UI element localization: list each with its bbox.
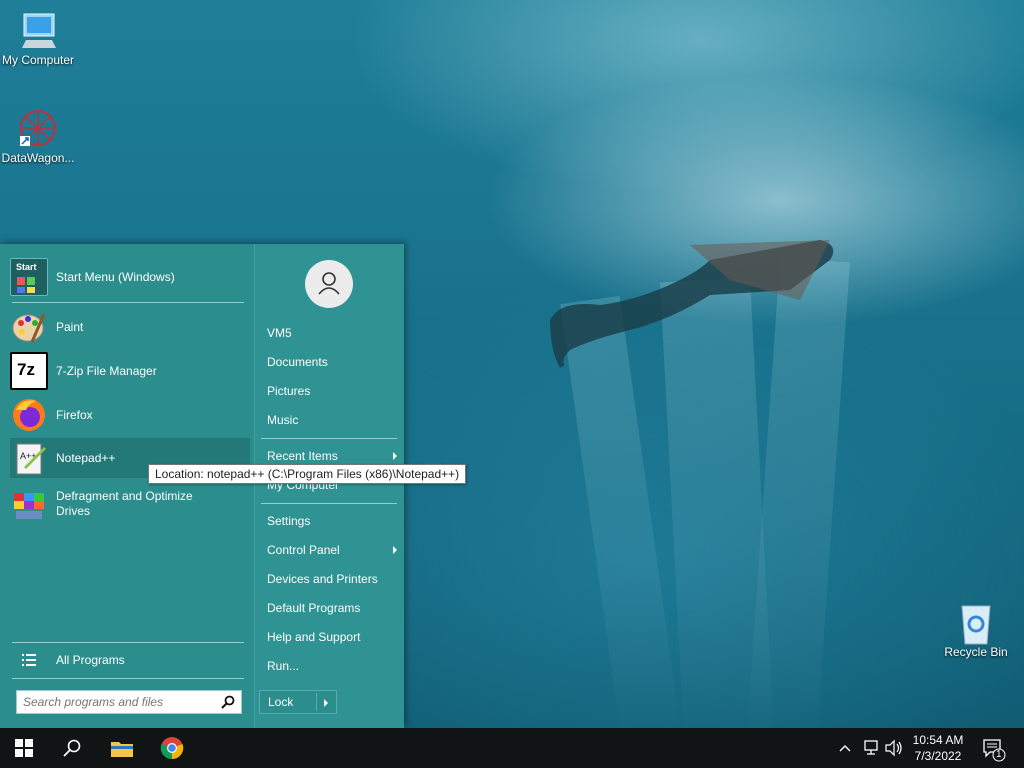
place-documents[interactable]: Documents — [267, 355, 397, 369]
firefox-icon — [10, 396, 48, 434]
search-input[interactable] — [17, 691, 207, 713]
notification-icon — [983, 739, 1006, 762]
datawagon-icon — [18, 108, 58, 148]
taskbar: 10:54 AM 7/3/2022 1 — [0, 728, 1024, 768]
place-run[interactable]: Run... — [267, 659, 397, 673]
place-user[interactable]: VM5 — [267, 326, 397, 340]
windows-logo-icon — [15, 739, 33, 757]
all-programs-button[interactable]: All Programs — [10, 648, 250, 672]
speaker-icon — [885, 739, 902, 757]
lock-button[interactable]: Lock — [259, 690, 337, 714]
7zip-icon: 7z — [10, 352, 48, 390]
recycle-bin-icon — [956, 602, 996, 645]
separator — [261, 503, 397, 504]
submenu-arrow-icon — [393, 452, 397, 460]
separator — [261, 438, 397, 439]
menu-item-firefox[interactable]: Firefox — [10, 396, 250, 434]
paint-icon — [10, 308, 48, 346]
taskbar-file-explorer[interactable] — [98, 728, 146, 768]
clock[interactable]: 10:54 AM 7/3/2022 — [906, 732, 970, 764]
network-status[interactable] — [862, 728, 882, 768]
start-menu: Start Start Menu (Windows) Paint 7z 7-Zi… — [0, 244, 404, 728]
network-icon — [864, 740, 878, 755]
defrag-icon — [10, 485, 48, 523]
taskbar-search-button[interactable] — [48, 728, 96, 768]
place-pictures[interactable]: Pictures — [267, 384, 397, 398]
chevron-up-icon — [839, 745, 851, 752]
user-icon — [318, 272, 340, 295]
computer-icon — [18, 10, 58, 50]
start-menu-programs: Start Start Menu (Windows) Paint 7z 7-Zi… — [0, 244, 254, 728]
diver-silhouette — [550, 240, 834, 368]
menu-item-7zip[interactable]: 7z 7-Zip File Manager — [10, 352, 250, 390]
place-help-support[interactable]: Help and Support — [267, 630, 397, 644]
separator — [12, 642, 244, 643]
start-menu-icon: Start — [10, 258, 48, 296]
menu-item-defragment[interactable]: Defragment and Optimize Drives — [10, 484, 250, 524]
place-settings[interactable]: Settings — [267, 514, 397, 528]
folder-icon — [111, 742, 133, 757]
menu-item-paint[interactable]: Paint — [10, 308, 250, 346]
submenu-arrow-icon — [393, 546, 397, 554]
place-control-panel[interactable]: Control Panel — [267, 543, 397, 557]
desktop-icon-my-computer[interactable]: My Computer — [0, 10, 76, 67]
location-tooltip: Location: notepad++ (C:\Program Files (x… — [148, 464, 467, 484]
shutdown-options-arrow-icon[interactable] — [324, 699, 328, 707]
action-center-button[interactable]: 1 — [980, 728, 1010, 768]
place-devices-printers[interactable]: Devices and Printers — [267, 572, 397, 586]
taskbar-chrome[interactable] — [148, 728, 196, 768]
search-icon[interactable] — [221, 695, 235, 709]
notification-count-badge: 1 — [996, 749, 1002, 760]
list-icon — [10, 654, 48, 666]
volume-control[interactable] — [884, 728, 904, 768]
search-box[interactable] — [16, 690, 242, 714]
place-music[interactable]: Music — [267, 413, 397, 427]
desktop-icon-recycle-bin[interactable]: Recycle Bin — [936, 602, 1016, 659]
notepadpp-icon: A++ — [10, 439, 48, 477]
start-button[interactable] — [0, 728, 48, 768]
desktop-icon-datawagon[interactable]: DataWagon... — [0, 108, 76, 165]
user-avatar[interactable] — [305, 260, 353, 308]
separator — [12, 302, 244, 303]
menu-item-start-menu-windows[interactable]: Start Start Menu (Windows) — [10, 258, 250, 296]
separator — [12, 678, 244, 679]
start-menu-places: VM5 Documents Pictures Music Recent Item… — [254, 244, 404, 728]
show-hidden-icons[interactable] — [838, 728, 856, 768]
place-default-programs[interactable]: Default Programs — [267, 601, 397, 615]
place-recent-items[interactable]: Recent Items — [267, 449, 397, 463]
search-icon — [63, 739, 81, 757]
chrome-icon — [160, 737, 184, 760]
